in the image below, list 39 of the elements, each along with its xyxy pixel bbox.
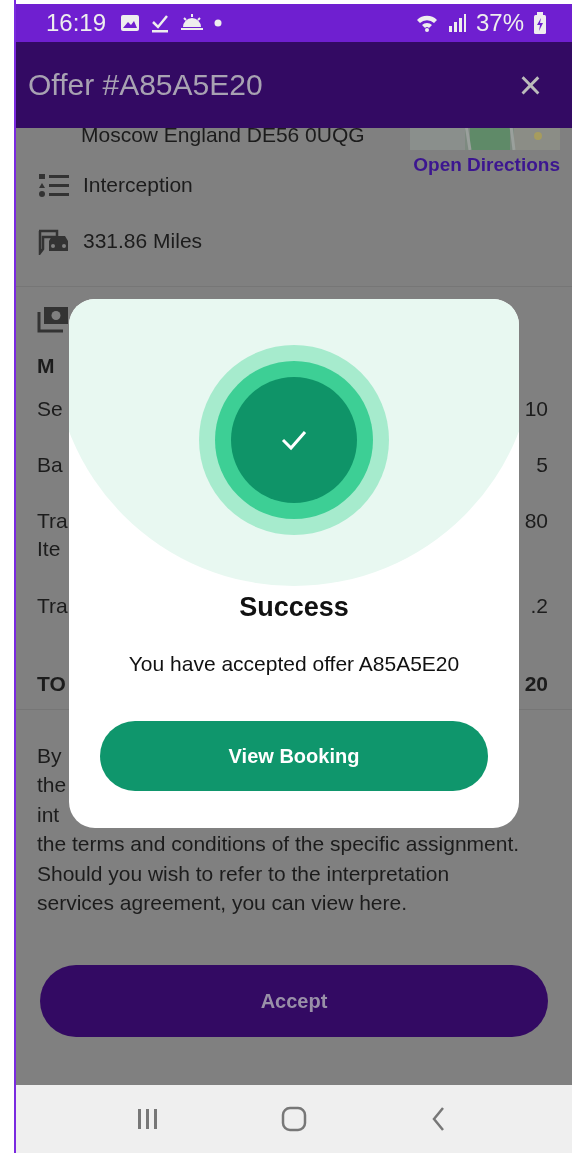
battery-charging-icon (534, 12, 546, 34)
detail-text: 331.86 Miles (83, 229, 203, 253)
notification-dot-icon (214, 19, 223, 27)
view-booking-button[interactable]: View Booking (100, 721, 488, 791)
status-time: 16:19 (46, 9, 107, 37)
open-directions-link[interactable]: Open Directions (413, 154, 560, 176)
terms-text: int (37, 801, 60, 828)
fee-value: 80 (524, 508, 548, 534)
fee-value: 5 (536, 452, 548, 478)
close-button[interactable]: × (514, 65, 546, 105)
detail-text: Interception (83, 173, 193, 197)
battery-percent: 37% (475, 9, 524, 37)
terms-paragraph: the terms and conditions of the specific assignment. Should you wish to refer to the interpretation services agreement, you can view here. (37, 831, 521, 917)
accept-button[interactable]: Accept (40, 965, 548, 1038)
home-icon (281, 1105, 307, 1133)
signal-icon (447, 14, 466, 32)
total-label: TO (37, 671, 66, 697)
success-check-icon (199, 345, 389, 535)
dialog-title: Success (239, 591, 349, 623)
fee-label: Tra (37, 593, 68, 619)
terms-text: By (37, 743, 62, 769)
terms-text: the (37, 772, 67, 799)
fee-label: Ite (37, 536, 62, 562)
dialog-message: You have accepted offer A85A5E20 (128, 652, 460, 676)
image-icon (120, 14, 141, 32)
screen-title: Offer #A85A5E20 (28, 68, 264, 102)
fee-label: Tra (37, 508, 68, 534)
fee-label: Se (37, 396, 63, 422)
fee-value: .2 (530, 593, 548, 619)
download-done-icon (150, 13, 171, 33)
total-value: 20 (524, 671, 548, 697)
section-heading: M (37, 353, 56, 379)
wifi-icon (415, 14, 438, 32)
car-icon (37, 227, 71, 255)
fee-value: 10 (524, 396, 548, 422)
list-icon (37, 171, 71, 199)
money-icon (37, 305, 69, 335)
fee-label: Ba (37, 452, 63, 478)
weather-icon (180, 14, 205, 32)
